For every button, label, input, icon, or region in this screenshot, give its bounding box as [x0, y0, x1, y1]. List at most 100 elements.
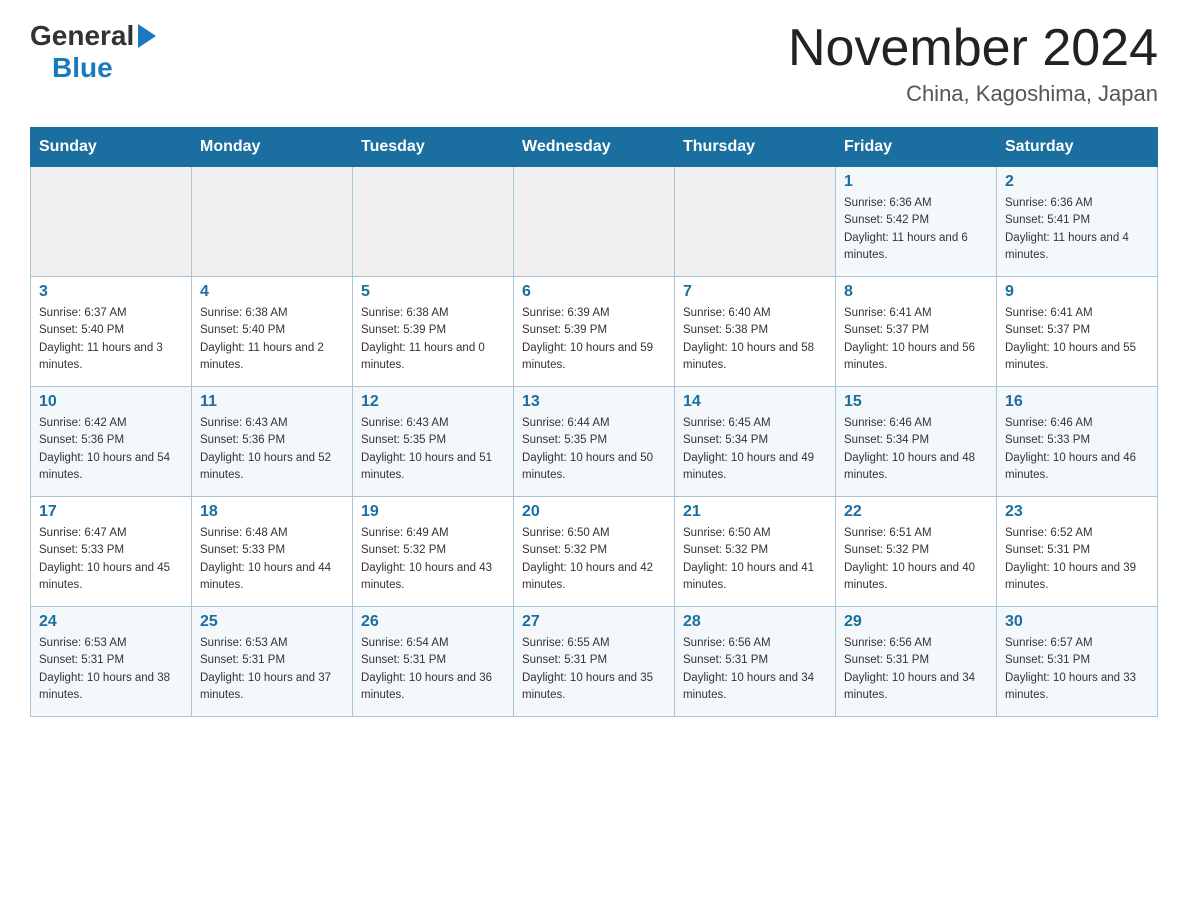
day-number: 13 — [522, 393, 666, 411]
day-number: 5 — [361, 283, 505, 301]
logo: General Blue — [30, 20, 156, 84]
calendar-cell — [192, 167, 353, 277]
calendar-cell: 13 Sunrise: 6:44 AMSunset: 5:35 PMDayligh… — [514, 387, 675, 497]
calendar-title: November 2024 — [788, 20, 1158, 77]
calendar-cell: 27 Sunrise: 6:55 AMSunset: 5:31 PMDayligh… — [514, 607, 675, 717]
day-info: Sunrise: 6:48 AMSunset: 5:33 PMDaylight:… — [200, 525, 344, 594]
logo-triangle-icon — [138, 24, 156, 48]
day-info: Sunrise: 6:56 AMSunset: 5:31 PMDaylight:… — [683, 635, 827, 704]
day-number: 19 — [361, 503, 505, 521]
calendar-cell: 15 Sunrise: 6:46 AMSunset: 5:34 PMDayligh… — [836, 387, 997, 497]
day-number: 10 — [39, 393, 183, 411]
calendar-cell — [31, 167, 192, 277]
day-info: Sunrise: 6:43 AMSunset: 5:35 PMDaylight:… — [361, 415, 505, 484]
calendar-cell: 10 Sunrise: 6:42 AMSunset: 5:36 PMDayligh… — [31, 387, 192, 497]
weekday-header-row: Sunday Monday Tuesday Wednesday Thursday… — [31, 128, 1158, 167]
day-info: Sunrise: 6:39 AMSunset: 5:39 PMDaylight:… — [522, 305, 666, 374]
header-saturday: Saturday — [997, 128, 1158, 167]
day-info: Sunrise: 6:38 AMSunset: 5:39 PMDaylight:… — [361, 305, 505, 374]
calendar-week-row: 10 Sunrise: 6:42 AMSunset: 5:36 PMDayligh… — [31, 387, 1158, 497]
calendar-body: 1 Sunrise: 6:36 AMSunset: 5:42 PMDaylight… — [31, 167, 1158, 717]
day-info: Sunrise: 6:45 AMSunset: 5:34 PMDaylight:… — [683, 415, 827, 484]
day-number: 27 — [522, 613, 666, 631]
day-info: Sunrise: 6:36 AMSunset: 5:41 PMDaylight:… — [1005, 195, 1149, 264]
day-number: 26 — [361, 613, 505, 631]
calendar-cell — [353, 167, 514, 277]
header-tuesday: Tuesday — [353, 128, 514, 167]
day-info: Sunrise: 6:41 AMSunset: 5:37 PMDaylight:… — [844, 305, 988, 374]
day-info: Sunrise: 6:47 AMSunset: 5:33 PMDaylight:… — [39, 525, 183, 594]
day-number: 14 — [683, 393, 827, 411]
calendar-cell: 25 Sunrise: 6:53 AMSunset: 5:31 PMDayligh… — [192, 607, 353, 717]
calendar-cell: 7 Sunrise: 6:40 AMSunset: 5:38 PMDaylight… — [675, 277, 836, 387]
calendar-cell: 6Sunrise: 6:39 AMSunset: 5:39 PMDaylight… — [514, 277, 675, 387]
day-info: Sunrise: 6:46 AMSunset: 5:34 PMDaylight:… — [844, 415, 988, 484]
day-info: Sunrise: 6:41 AMSunset: 5:37 PMDaylight:… — [1005, 305, 1149, 374]
day-number: 30 — [1005, 613, 1149, 631]
calendar-cell: 8 Sunrise: 6:41 AMSunset: 5:37 PMDaylight… — [836, 277, 997, 387]
calendar-week-row: 1 Sunrise: 6:36 AMSunset: 5:42 PMDaylight… — [31, 167, 1158, 277]
calendar-cell — [514, 167, 675, 277]
day-number: 20 — [522, 503, 666, 521]
day-info: Sunrise: 6:50 AMSunset: 5:32 PMDaylight:… — [683, 525, 827, 594]
day-number: 15 — [844, 393, 988, 411]
calendar-cell: 1 Sunrise: 6:36 AMSunset: 5:42 PMDaylight… — [836, 167, 997, 277]
calendar-week-row: 24 Sunrise: 6:53 AMSunset: 5:31 PMDayligh… — [31, 607, 1158, 717]
day-info: Sunrise: 6:42 AMSunset: 5:36 PMDaylight:… — [39, 415, 183, 484]
day-info: Sunrise: 6:40 AMSunset: 5:38 PMDaylight:… — [683, 305, 827, 374]
calendar-subtitle: China, Kagoshima, Japan — [788, 81, 1158, 107]
day-info: Sunrise: 6:36 AMSunset: 5:42 PMDaylight:… — [844, 195, 988, 264]
day-number: 17 — [39, 503, 183, 521]
header-thursday: Thursday — [675, 128, 836, 167]
day-number: 18 — [200, 503, 344, 521]
day-number: 24 — [39, 613, 183, 631]
day-info: Sunrise: 6:44 AMSunset: 5:35 PMDaylight:… — [522, 415, 666, 484]
day-number: 25 — [200, 613, 344, 631]
logo-blue-text: Blue — [52, 52, 113, 84]
calendar-cell: 14 Sunrise: 6:45 AMSunset: 5:34 PMDayligh… — [675, 387, 836, 497]
header-friday: Friday — [836, 128, 997, 167]
day-number: 11 — [200, 393, 344, 411]
day-number: 29 — [844, 613, 988, 631]
day-number: 8 — [844, 283, 988, 301]
day-number: 16 — [1005, 393, 1149, 411]
calendar-header: Sunday Monday Tuesday Wednesday Thursday… — [31, 128, 1158, 167]
header-monday: Monday — [192, 128, 353, 167]
day-number: 21 — [683, 503, 827, 521]
day-number: 12 — [361, 393, 505, 411]
logo-general-text: General — [30, 20, 134, 52]
day-info: Sunrise: 6:50 AMSunset: 5:32 PMDaylight:… — [522, 525, 666, 594]
day-number: 3 — [39, 283, 183, 301]
calendar-table: Sunday Monday Tuesday Wednesday Thursday… — [30, 127, 1158, 717]
calendar-cell: 12 Sunrise: 6:43 AMSunset: 5:35 PMDayligh… — [353, 387, 514, 497]
day-number: 28 — [683, 613, 827, 631]
calendar-cell: 17 Sunrise: 6:47 AMSunset: 5:33 PMDayligh… — [31, 497, 192, 607]
day-number: 1 — [844, 173, 988, 191]
calendar-cell: 24Sunrise: 6:53 AMSunset: 5:31 PMDayligh… — [31, 607, 192, 717]
calendar-cell: 16 Sunrise: 6:46 AMSunset: 5:33 PMDayligh… — [997, 387, 1158, 497]
day-info: Sunrise: 6:57 AMSunset: 5:31 PMDaylight:… — [1005, 635, 1149, 704]
day-info: Sunrise: 6:37 AMSunset: 5:40 PMDaylight:… — [39, 305, 183, 374]
calendar-cell: 21 Sunrise: 6:50 AMSunset: 5:32 PMDayligh… — [675, 497, 836, 607]
calendar-cell: 4 Sunrise: 6:38 AMSunset: 5:40 PMDaylight… — [192, 277, 353, 387]
calendar-cell: 29Sunrise: 6:56 AMSunset: 5:31 PMDayligh… — [836, 607, 997, 717]
day-info: Sunrise: 6:43 AMSunset: 5:36 PMDaylight:… — [200, 415, 344, 484]
calendar-cell: 5 Sunrise: 6:38 AMSunset: 5:39 PMDaylight… — [353, 277, 514, 387]
day-info: Sunrise: 6:53 AMSunset: 5:31 PMDaylight:… — [200, 635, 344, 704]
calendar-cell: 26 Sunrise: 6:54 AMSunset: 5:31 PMDayligh… — [353, 607, 514, 717]
header-wednesday: Wednesday — [514, 128, 675, 167]
day-info: Sunrise: 6:38 AMSunset: 5:40 PMDaylight:… — [200, 305, 344, 374]
calendar-week-row: 17 Sunrise: 6:47 AMSunset: 5:33 PMDayligh… — [31, 497, 1158, 607]
day-info: Sunrise: 6:51 AMSunset: 5:32 PMDaylight:… — [844, 525, 988, 594]
calendar-cell: 20 Sunrise: 6:50 AMSunset: 5:32 PMDayligh… — [514, 497, 675, 607]
day-number: 2 — [1005, 173, 1149, 191]
day-number: 23 — [1005, 503, 1149, 521]
calendar-week-row: 3 Sunrise: 6:37 AMSunset: 5:40 PMDaylight… — [31, 277, 1158, 387]
day-info: Sunrise: 6:54 AMSunset: 5:31 PMDaylight:… — [361, 635, 505, 704]
day-info: Sunrise: 6:55 AMSunset: 5:31 PMDaylight:… — [522, 635, 666, 704]
day-number: 4 — [200, 283, 344, 301]
day-info: Sunrise: 6:46 AMSunset: 5:33 PMDaylight:… — [1005, 415, 1149, 484]
day-number: 7 — [683, 283, 827, 301]
calendar-cell: 22Sunrise: 6:51 AMSunset: 5:32 PMDayligh… — [836, 497, 997, 607]
page-header: General Blue November 2024 China, Kagosh… — [30, 20, 1158, 107]
